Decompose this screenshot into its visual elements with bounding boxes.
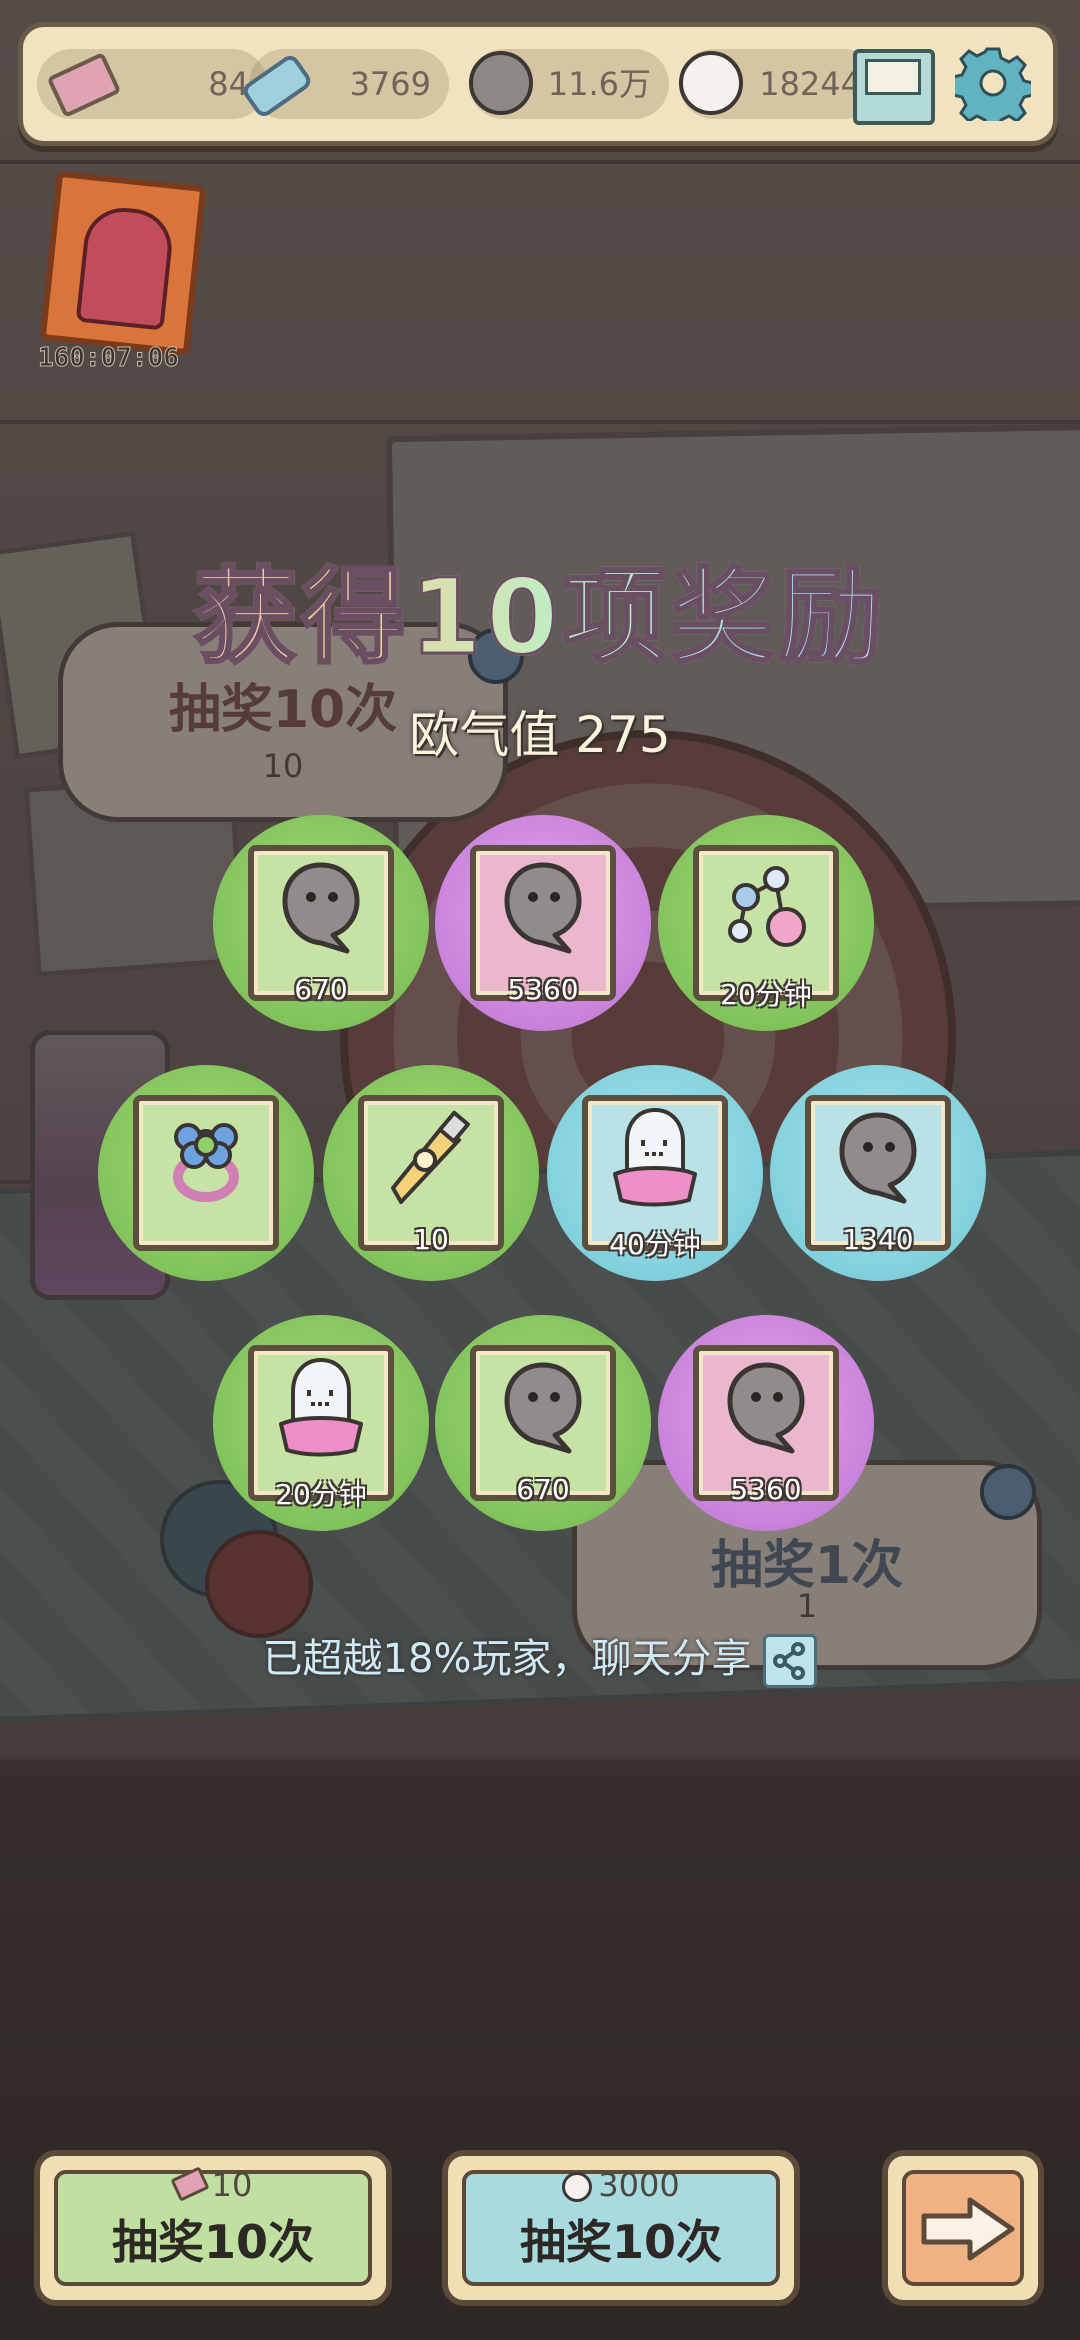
candy-count: 3769 <box>349 65 431 103</box>
reward-slot[interactable]: 5360 <box>435 815 651 1031</box>
draw-ghost-cost-value: 3000 <box>598 2166 680 2204</box>
reward-count: 20分钟 <box>720 978 812 1011</box>
reward-slot[interactable]: 20分钟 <box>213 1315 429 1531</box>
dark-ghost-blob-icon <box>495 857 591 961</box>
flower-ring-icon <box>156 1107 256 1211</box>
draw-ticket-cost: 10 <box>40 2166 386 2204</box>
next-button[interactable] <box>882 2150 1044 2306</box>
ticket-icon <box>170 2166 210 2202</box>
reward-count: 1340 <box>842 1223 914 1256</box>
reward-count: 20分钟 <box>275 1478 367 1511</box>
reward-slot[interactable]: 670 <box>213 815 429 1031</box>
ghost-with-cloth-icon <box>605 1102 705 1216</box>
event-timer: 160:07:06 <box>38 343 180 374</box>
reward-count: 10 <box>413 1223 449 1256</box>
reward-card <box>133 1095 279 1251</box>
share-prompt[interactable]: 已超越18%玩家，聊天分享 <box>0 1626 1080 1688</box>
event-card[interactable] <box>39 170 207 356</box>
gear-icon[interactable] <box>955 45 1031 121</box>
reward-slot[interactable]: 5360 <box>658 1315 874 1531</box>
light-ghost-counter[interactable]: 18244 <box>679 49 879 119</box>
draw-ticket-cost-value: 10 <box>211 2166 253 2204</box>
reward-slot[interactable]: 40分钟 <box>547 1065 763 1281</box>
light-ghost-count: 18244 <box>759 65 861 103</box>
draw-ghost-cost: 3000 <box>448 2166 794 2204</box>
arrow-right-icon <box>921 2197 1015 2261</box>
light-ghost-icon <box>679 51 743 115</box>
share-icon[interactable] <box>763 1634 818 1688</box>
reward-count: 40分钟 <box>609 1228 701 1261</box>
draw-ghost-label: 抽奖10次 <box>519 2215 722 2269</box>
reward-slot[interactable]: 670 <box>435 1315 651 1531</box>
draw-ghost-button[interactable]: 3000 抽奖10次 <box>442 2150 800 2306</box>
dark-ghost-counter[interactable]: 11.6万 <box>469 49 669 119</box>
reward-count: 5360 <box>507 973 579 1006</box>
dark-ghost-icon <box>469 51 533 115</box>
mail-icon[interactable] <box>853 49 935 125</box>
dark-ghost-count: 11.6万 <box>547 65 651 103</box>
light-ghost-icon <box>562 2172 593 2202</box>
candy-counter[interactable]: 3769 <box>239 49 449 120</box>
dark-ghost-blob-icon <box>718 1357 814 1461</box>
ticket-count: 84 <box>208 65 249 103</box>
reward-slot[interactable]: 20分钟 <box>658 815 874 1031</box>
reward-slot[interactable]: 10 <box>323 1065 539 1281</box>
dark-ghost-blob-icon <box>273 857 369 961</box>
reward-slot[interactable]: 1340 <box>770 1065 986 1281</box>
luck-value: 欧气值 275 <box>409 706 671 764</box>
dark-ghost-blob-icon <box>830 1107 926 1211</box>
reward-count: 670 <box>516 1473 570 1506</box>
share-text: 已超越18%玩家，聊天分享 <box>262 1636 752 1682</box>
molecule-potion-icon <box>716 857 816 961</box>
ghost-with-cloth-icon <box>271 1352 371 1466</box>
reward-slot[interactable] <box>98 1065 314 1281</box>
ticket-icon <box>46 51 122 119</box>
reward-count: 670 <box>294 973 348 1006</box>
result-title: 获得10项奖励 <box>0 532 1080 683</box>
resource-bar: 84 3769 11.6万 18244 <box>18 22 1058 146</box>
draw-ticket-label: 抽奖10次 <box>111 2215 314 2269</box>
reward-count: 5360 <box>730 1473 802 1506</box>
dark-ghost-blob-icon <box>495 1357 591 1461</box>
glue-tube-icon <box>381 1102 481 1216</box>
draw-ticket-button[interactable]: 10 抽奖10次 <box>34 2150 392 2306</box>
ticket-counter[interactable]: 84 <box>37 49 267 119</box>
